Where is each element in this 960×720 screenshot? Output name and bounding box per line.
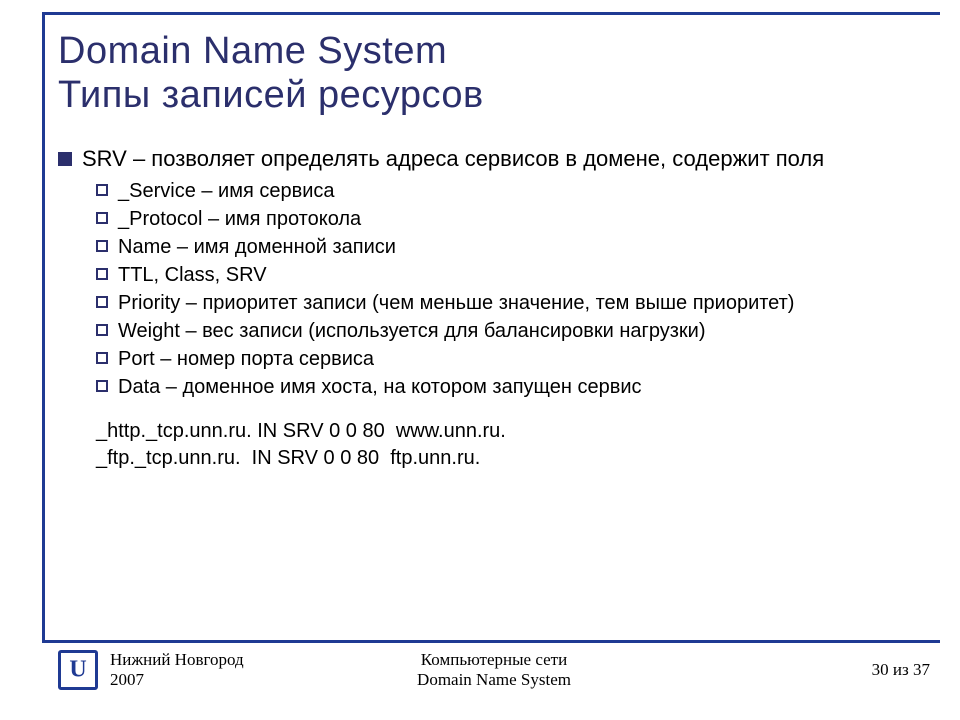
example-line: _ftp._tcp.unn.ru. IN SRV 0 0 80 ftp.unn.… bbox=[96, 447, 480, 469]
footer-left: U Нижний Новгород 2007 bbox=[58, 650, 244, 691]
hollow-square-icon bbox=[96, 240, 108, 252]
sub-bullet-text: Priority – приоритет записи (чем меньше … bbox=[118, 291, 930, 316]
footer-course: Компьютерные сети bbox=[417, 650, 571, 670]
sub-bullet: _Protocol – имя протокола bbox=[96, 207, 930, 232]
title-line-1: Domain Name System bbox=[58, 30, 930, 74]
footer: U Нижний Новгород 2007 Компьютерные сети… bbox=[58, 650, 930, 691]
university-logo: U bbox=[58, 650, 98, 690]
sub-bullet-text: Data – доменное имя хоста, на котором за… bbox=[118, 375, 930, 400]
square-bullet-icon bbox=[58, 152, 72, 166]
hollow-square-icon bbox=[96, 352, 108, 364]
top-rule bbox=[42, 12, 940, 15]
footer-left-text: Нижний Новгород 2007 bbox=[110, 650, 244, 691]
sub-bullet-list: _Service – имя сервиса _Protocol – имя п… bbox=[96, 179, 930, 400]
bullet-text: SRV – позволяет определять адреса сервис… bbox=[82, 145, 930, 173]
slide-body: SRV – позволяет определять адреса сервис… bbox=[58, 145, 930, 472]
example-block: _http._tcp.unn.ru. IN SRV 0 0 80 www.unn… bbox=[96, 418, 930, 472]
hollow-square-icon bbox=[96, 324, 108, 336]
sub-bullet: Data – доменное имя хоста, на котором за… bbox=[96, 375, 930, 400]
hollow-square-icon bbox=[96, 184, 108, 196]
footer-page-number: 30 из 37 bbox=[872, 660, 930, 680]
sub-bullet: Weight – вес записи (используется для ба… bbox=[96, 319, 930, 344]
sub-bullet: Name – имя доменной записи bbox=[96, 235, 930, 260]
footer-center: Компьютерные сети Domain Name System bbox=[417, 650, 571, 691]
example-line: _http._tcp.unn.ru. IN SRV 0 0 80 www.unn… bbox=[96, 420, 506, 442]
slide-title: Domain Name System Типы записей ресурсов bbox=[58, 30, 930, 117]
sub-bullet-text: Name – имя доменной записи bbox=[118, 235, 930, 260]
hollow-square-icon bbox=[96, 380, 108, 392]
sub-bullet: TTL, Class, SRV bbox=[96, 263, 930, 288]
sub-bullet-text: TTL, Class, SRV bbox=[118, 263, 930, 288]
bottom-rule bbox=[42, 640, 940, 643]
bullet-level1: SRV – позволяет определять адреса сервис… bbox=[58, 145, 930, 173]
hollow-square-icon bbox=[96, 268, 108, 280]
footer-topic: Domain Name System bbox=[417, 670, 571, 690]
sub-bullet-text: _Service – имя сервиса bbox=[118, 179, 930, 204]
sub-bullet-text: _Protocol – имя протокола bbox=[118, 207, 930, 232]
footer-location: Нижний Новгород bbox=[110, 650, 244, 670]
logo-letter-icon: U bbox=[69, 658, 86, 682]
sub-bullet-text: Port – номер порта сервиса bbox=[118, 347, 930, 372]
sub-bullet-text: Weight – вес записи (используется для ба… bbox=[118, 319, 930, 344]
footer-year: 2007 bbox=[110, 670, 244, 690]
sub-bullet: _Service – имя сервиса bbox=[96, 179, 930, 204]
hollow-square-icon bbox=[96, 212, 108, 224]
sub-bullet: Priority – приоритет записи (чем меньше … bbox=[96, 291, 930, 316]
sub-bullet: Port – номер порта сервиса bbox=[96, 347, 930, 372]
hollow-square-icon bbox=[96, 296, 108, 308]
title-line-2: Типы записей ресурсов bbox=[58, 74, 930, 118]
slide: Domain Name System Типы записей ресурсов… bbox=[0, 0, 960, 720]
left-rule bbox=[42, 12, 45, 640]
